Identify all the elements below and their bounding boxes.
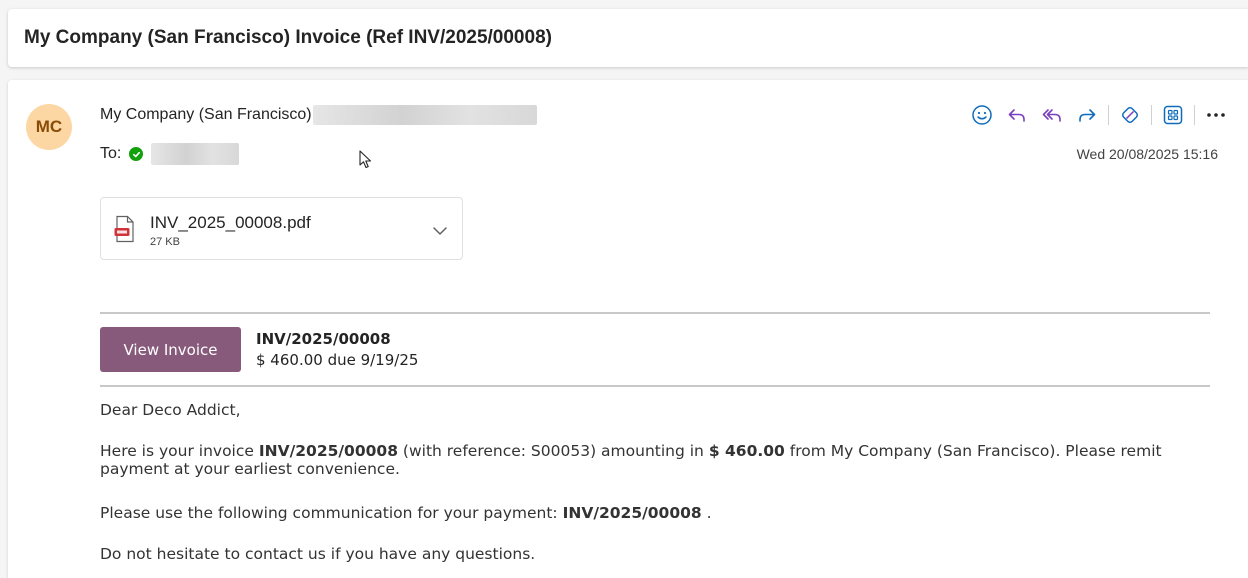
- toolbar-divider: [1108, 105, 1109, 125]
- body-invoice-ref: INV/2025/00008: [258, 442, 398, 460]
- toolbar-divider: [1194, 105, 1195, 125]
- body-text-segment: .: [701, 504, 712, 522]
- attachment-card[interactable]: INV_2025_00008.pdf 27 KB: [100, 197, 463, 260]
- more-icon[interactable]: [1202, 101, 1230, 129]
- redacted-sender-email: [312, 105, 537, 125]
- to-line: To:: [100, 143, 240, 165]
- divider-top: [100, 312, 1210, 314]
- attachment-size: 27 KB: [150, 236, 180, 248]
- invoice-amount-due: $ 460.00 due 9/19/25: [256, 351, 419, 369]
- body-text-segment: Please use the following communication f…: [100, 504, 563, 522]
- message-card: MC My Company (San Francisco) To: Wed 20…: [8, 80, 1248, 578]
- chevron-down-icon[interactable]: [432, 223, 448, 241]
- body-text-segment: Here is your invoice: [100, 442, 259, 460]
- body-text-segment: (with reference: S00053) amounting in: [397, 442, 709, 460]
- from-line: My Company (San Francisco): [100, 105, 537, 125]
- body-paragraph-contact: Do not hesitate to contact us if you hav…: [100, 545, 536, 563]
- view-invoice-button[interactable]: View Invoice: [100, 327, 241, 372]
- mouse-cursor-icon: [359, 150, 373, 175]
- verified-check-icon: [129, 147, 144, 161]
- reply-all-icon[interactable]: [1038, 101, 1066, 129]
- toolbar-divider: [1151, 105, 1152, 125]
- redacted-recipient[interactable]: [151, 143, 240, 165]
- body-invoice-amount: $ 460.00: [708, 442, 785, 460]
- invoice-reference: INV/2025/00008: [256, 330, 391, 348]
- body-payment-ref: INV/2025/00008: [562, 504, 702, 522]
- divider-bottom: [100, 385, 1210, 387]
- sender-name[interactable]: My Company (San Francisco): [100, 106, 312, 124]
- apps-icon[interactable]: [1159, 101, 1187, 129]
- body-greeting: Dear Deco Addict,: [100, 401, 241, 419]
- message-timestamp: Wed 20/08/2025 15:16: [1076, 146, 1218, 162]
- loop-icon[interactable]: [1116, 101, 1144, 129]
- sender-avatar[interactable]: MC: [26, 104, 72, 150]
- subject-bar: My Company (San Francisco) Invoice (Ref …: [8, 9, 1248, 67]
- reply-icon[interactable]: [1003, 101, 1031, 129]
- pdf-file-icon: [114, 215, 136, 248]
- smiley-icon[interactable]: [968, 101, 996, 129]
- forward-icon[interactable]: [1073, 101, 1101, 129]
- body-paragraph-invoice: Here is your invoice INV/2025/00008 (wit…: [100, 442, 1180, 478]
- message-toolbar: [961, 101, 1230, 129]
- email-subject: My Company (San Francisco) Invoice (Ref …: [24, 27, 552, 48]
- attachment-name: INV_2025_00008.pdf: [150, 213, 311, 232]
- body-paragraph-communication: Please use the following communication f…: [100, 504, 1180, 522]
- to-label: To:: [100, 145, 122, 162]
